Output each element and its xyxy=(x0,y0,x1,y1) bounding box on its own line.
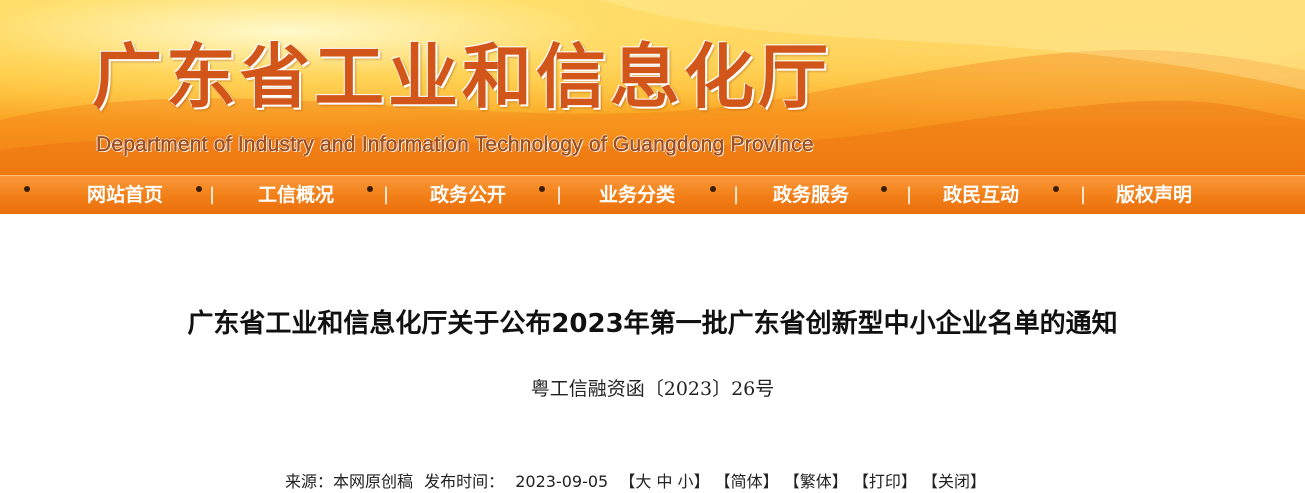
nav-bullet-icon xyxy=(710,186,716,192)
article-title: 广东省工业和信息化厅关于公布2023年第一批广东省创新型中小企业名单的通知 xyxy=(187,309,1118,339)
nav-separator: | xyxy=(1080,184,1087,205)
font-size-bracket-close: 】 xyxy=(693,472,710,491)
nav-bullet-icon xyxy=(24,186,30,192)
simplified-chinese-button[interactable]: 【简体】 xyxy=(715,468,779,492)
nav-separator: | xyxy=(556,184,563,205)
font-size-large-button[interactable]: 大 xyxy=(635,468,651,492)
nav-item-overview[interactable]: 工信概况 xyxy=(258,176,334,214)
nav-item-home[interactable]: 网站首页 xyxy=(87,176,163,214)
close-button[interactable]: 【关闭】 xyxy=(922,468,986,492)
publish-date-label: 发布时间： xyxy=(424,472,505,491)
main-navigation: 网站首页 | 工信概况 | 政务公开 | 业务分类 | 政务服务 | 政民互动 … xyxy=(0,175,1305,214)
article-meta: 来源：本网原创稿 发布时间： 2023-09-05 【大 中 小】 【简体】 【… xyxy=(285,468,986,492)
source-label: 来源： xyxy=(285,472,334,491)
nav-separator: | xyxy=(733,184,740,205)
document-number: 粤工信融资函〔2023〕26号 xyxy=(530,378,775,400)
nav-item-copyright[interactable]: 版权声明 xyxy=(1116,176,1192,214)
publish-date: 2023-09-05 xyxy=(515,472,609,491)
site-banner: 广东省工业和信息化厅 Department of Industry and In… xyxy=(0,0,1305,175)
print-button[interactable]: 【打印】 xyxy=(853,468,917,492)
nav-item-public-interaction[interactable]: 政民互动 xyxy=(943,176,1019,214)
nav-separator: | xyxy=(906,184,913,205)
font-size-bracket-open: 【 xyxy=(619,472,636,491)
nav-bullet-icon xyxy=(1053,186,1059,192)
nav-item-business-categories[interactable]: 业务分类 xyxy=(599,176,675,214)
font-size-medium-button[interactable]: 中 xyxy=(656,468,672,492)
nav-separator: | xyxy=(209,184,216,205)
nav-item-government-affairs[interactable]: 政务公开 xyxy=(430,176,506,214)
site-subtitle-english: Department of Industry and Information T… xyxy=(96,133,814,156)
nav-bullet-icon xyxy=(196,186,202,192)
nav-bullet-icon xyxy=(367,186,373,192)
site-title: 广东省工业和信息化厅 xyxy=(92,36,832,118)
page: 广东省工业和信息化厅 Department of Industry and In… xyxy=(0,0,1305,493)
nav-bullet-icon xyxy=(881,186,887,192)
traditional-chinese-button[interactable]: 【繁体】 xyxy=(784,468,848,492)
nav-bullet-icon xyxy=(539,186,545,192)
font-size-small-button[interactable]: 小 xyxy=(678,468,694,492)
nav-separator: | xyxy=(383,184,390,205)
nav-item-government-services[interactable]: 政务服务 xyxy=(773,176,849,214)
source-value: 本网原创稿 xyxy=(333,472,414,491)
